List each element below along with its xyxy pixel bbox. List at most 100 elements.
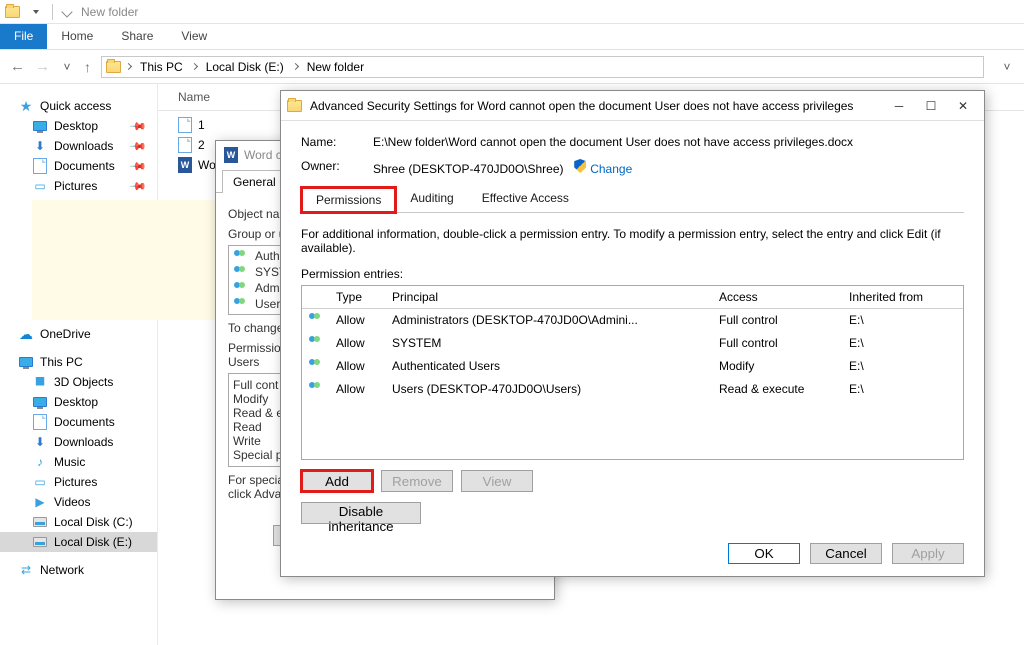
user-icon — [233, 266, 251, 278]
dialog-tabs: Permissions Auditing Effective Access — [301, 186, 964, 213]
word-icon: W — [178, 157, 192, 173]
tab-general[interactable]: General — [222, 170, 287, 193]
table-row[interactable]: AllowSYSTEMFull controlE:\ — [302, 332, 963, 355]
folder-icon — [106, 61, 121, 73]
download-icon: ⬇ — [32, 139, 48, 153]
table-row[interactable]: AllowAuthenticated UsersModifyE:\ — [302, 355, 963, 378]
sidebar-item-documents2[interactable]: Documents — [0, 412, 157, 432]
permission-entries-label: Permission entries: — [301, 267, 964, 281]
change-link[interactable]: Change — [590, 162, 632, 176]
music-icon: ♪ — [32, 455, 48, 469]
sidebar-item-pictures[interactable]: ▭Pictures📌 — [0, 176, 157, 196]
disable-inheritance-button[interactable]: Disable inheritance — [301, 502, 421, 524]
cube-icon: ⯀ — [32, 375, 48, 389]
sidebar-item-network[interactable]: ⇄Network — [0, 560, 157, 580]
explorer-titlebar: New folder — [0, 0, 1024, 24]
apply-button[interactable]: Apply — [892, 543, 964, 564]
advanced-security-dialog: Advanced Security Settings for Word cann… — [280, 90, 985, 577]
cloud-icon: ☁ — [18, 327, 34, 341]
disk-icon — [32, 515, 48, 529]
info-text: For additional information, double-click… — [301, 227, 964, 255]
user-icon — [233, 282, 251, 294]
sidebar-item-onedrive[interactable]: ☁OneDrive — [0, 324, 157, 344]
name-value: E:\New folder\Word cannot open the docum… — [373, 135, 853, 149]
close-button[interactable]: ✕ — [948, 95, 978, 117]
sidebar-item-diske[interactable]: Local Disk (E:) — [0, 532, 157, 552]
owner-value: Shree (DESKTOP-470JD0O\Shree) Change — [373, 159, 632, 176]
user-icon — [233, 298, 251, 310]
owner-label: Owner: — [301, 159, 373, 176]
sidebar-item-music[interactable]: ♪Music — [0, 452, 157, 472]
window-title: New folder — [81, 5, 138, 19]
user-icon — [308, 359, 326, 371]
picture-icon: ▭ — [32, 475, 48, 489]
name-label: Name: — [301, 135, 373, 149]
sidebar-pinned-area — [0, 196, 157, 324]
pin-icon: 📌 — [129, 177, 148, 196]
breadcrumb-disk[interactable]: Local Disk (E:) — [202, 60, 288, 74]
sidebar-item-documents[interactable]: Documents📌 — [0, 156, 157, 176]
sidebar-item-diskc[interactable]: Local Disk (C:) — [0, 512, 157, 532]
maximize-button[interactable]: ☐ — [916, 95, 946, 117]
desktop-icon — [32, 119, 48, 133]
ribbon-home[interactable]: Home — [47, 24, 107, 49]
up-icon[interactable]: ↑ — [84, 59, 91, 75]
desktop-icon — [32, 395, 48, 409]
dialog-title: Advanced Security Settings for Word cann… — [310, 99, 884, 113]
ribbon-view[interactable]: View — [167, 24, 221, 49]
user-icon — [308, 336, 326, 348]
breadcrumb-thispc[interactable]: This PC — [136, 60, 187, 74]
sidebar-item-quickaccess[interactable]: ★Quick access — [0, 96, 157, 116]
folder-icon — [0, 0, 24, 24]
minimize-button[interactable]: ─ — [884, 95, 914, 117]
video-icon: ▶ — [32, 495, 48, 509]
view-button[interactable]: View — [461, 470, 533, 492]
quickaccess-chevron-icon[interactable] — [61, 6, 72, 17]
document-icon — [32, 159, 48, 173]
forward-icon: → — [35, 58, 50, 75]
nav-pane: ★Quick access Desktop📌 ⬇Downloads📌 Docum… — [0, 84, 158, 645]
file-icon — [178, 137, 192, 153]
ribbon-share[interactable]: Share — [107, 24, 167, 49]
sidebar-item-desktop2[interactable]: Desktop — [0, 392, 157, 412]
disk-icon — [32, 535, 48, 549]
ribbon-file[interactable]: File — [0, 24, 47, 49]
word-icon: W — [224, 147, 238, 163]
sidebar-item-thispc[interactable]: This PC — [0, 352, 157, 372]
sidebar-item-desktop[interactable]: Desktop📌 — [0, 116, 157, 136]
tab-auditing[interactable]: Auditing — [396, 186, 467, 212]
shield-icon — [574, 159, 586, 173]
breadcrumb-folder[interactable]: New folder — [303, 60, 368, 74]
ok-button[interactable]: OK — [728, 543, 800, 564]
permission-table[interactable]: Type Principal Access Inherited from All… — [301, 285, 964, 460]
table-header: Type Principal Access Inherited from — [302, 286, 963, 309]
sidebar-item-3dobjects[interactable]: ⯀3D Objects — [0, 372, 157, 392]
sidebar-item-downloads[interactable]: ⬇Downloads📌 — [0, 136, 157, 156]
tab-permissions[interactable]: Permissions — [301, 187, 396, 213]
table-row[interactable]: AllowAdministrators (DESKTOP-470JD0O\Adm… — [302, 309, 963, 332]
back-icon[interactable]: ← — [10, 58, 25, 75]
picture-icon: ▭ — [32, 179, 48, 193]
add-button[interactable]: Add — [301, 470, 373, 492]
sidebar-item-downloads2[interactable]: ⬇Downloads — [0, 432, 157, 452]
pin-icon: 📌 — [129, 117, 148, 136]
pc-icon — [18, 355, 34, 369]
sidebar-item-videos[interactable]: ▶Videos — [0, 492, 157, 512]
address-bar: ← → ˅ ↑ This PC Local Disk (E:) New fold… — [0, 50, 1024, 84]
star-icon: ★ — [18, 99, 34, 113]
document-icon — [32, 415, 48, 429]
addr-dropdown-icon[interactable]: ˅ — [1000, 60, 1014, 74]
folder-icon — [287, 100, 302, 112]
table-row[interactable]: AllowUsers (DESKTOP-470JD0O\Users)Read &… — [302, 378, 963, 401]
down-arrow-icon[interactable] — [24, 0, 48, 24]
cancel-button[interactable]: Cancel — [810, 543, 882, 564]
breadcrumb[interactable]: This PC Local Disk (E:) New folder — [101, 56, 984, 78]
user-icon — [308, 382, 326, 394]
dialog-titlebar: Advanced Security Settings for Word cann… — [281, 91, 984, 121]
pin-icon: 📌 — [129, 157, 148, 176]
remove-button[interactable]: Remove — [381, 470, 453, 492]
tab-effective-access[interactable]: Effective Access — [468, 186, 583, 212]
network-icon: ⇄ — [18, 563, 34, 577]
history-chevron-icon[interactable]: ˅ — [60, 60, 74, 74]
sidebar-item-pictures2[interactable]: ▭Pictures — [0, 472, 157, 492]
